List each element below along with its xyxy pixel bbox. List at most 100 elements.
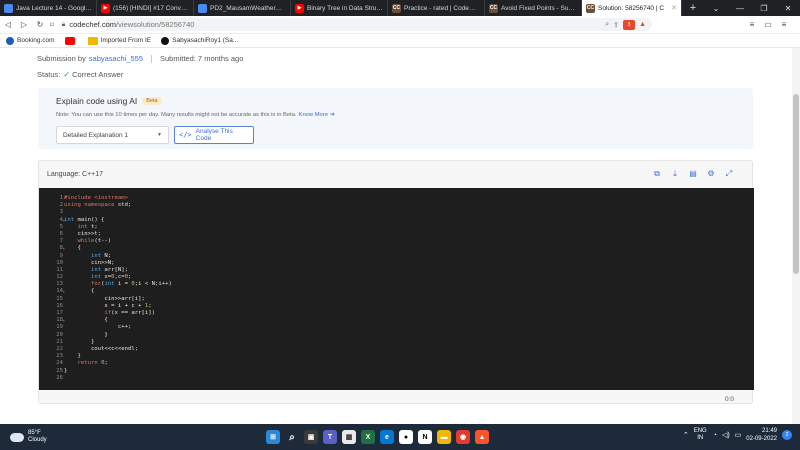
url-input[interactable]: ⌑ 🔒︎ codechef.com/viewsolution/58256740 … [50,18,652,31]
forward-icon[interactable]: ▷ [16,20,32,29]
task-view-icon[interactable]: ▣ [304,430,318,444]
playlist-icon[interactable]: ≡ [744,20,760,29]
url-path: /viewsolution/58256740 [116,20,195,29]
chrome-icon[interactable]: ◉ [456,430,470,444]
line-number: 12 [56,274,63,281]
back-icon[interactable]: ◁ [0,20,16,29]
line-number: 5 [59,223,63,230]
tab-practice-codechef[interactable]: CC Practice - rated | CodeChef [388,0,485,16]
code-line: cin>>arr[i]; [64,295,145,302]
date: 02-09-2022 [746,436,777,442]
code-editor[interactable]: 1 2 3 4 ▾ 5 6 7 8 ▾ 9 10 11 12 13 14 ▾ 15 16 17 18 ▾ 19 20 21 22 2… [39,188,754,390]
youtube-icon: ▶ [295,3,304,13]
start-icon[interactable]: ⊞ [266,430,280,444]
code-icon: </> [179,131,192,139]
language-indicator[interactable]: ENG IN [694,428,707,442]
url-text: codechef.com/viewsolution/58256740 [69,20,601,29]
teams-icon[interactable]: T [323,430,337,444]
bookmarks-bar: Booking.com Imported From IE SabyasachiR… [0,34,800,48]
wifi-icon[interactable]: ◔ [713,432,717,439]
weather-widget[interactable]: 85°F Cloudy [10,430,47,444]
expand-icon[interactable]: ⤢ [720,169,738,179]
youtube-icon: ▶ [101,3,110,13]
bookmark-imported-ie[interactable]: Imported From IE [87,36,151,45]
file-explorer-icon[interactable]: ▬ [437,430,451,444]
bookmark-booking[interactable]: Booking.com [6,36,55,45]
line-number: 23 [56,353,63,360]
window-controls: ⌄ — ❐ ✕ [704,4,800,13]
tab-youtube-hindi[interactable]: ▶ (156) [HINDI] #17 Converti [97,0,194,16]
know-more-link[interactable]: Know More [299,112,328,118]
tab-solution-active[interactable]: CC Solution: 58256740 | C ✕ [582,0,682,16]
maximize-icon[interactable]: ❐ [752,4,776,13]
excel-icon[interactable]: X [361,430,375,444]
line-number: 21 [56,338,63,345]
analyse-label: Analyse This Code [195,128,233,142]
tab-weather-app[interactable]: PD2_MausamWeatherApp: [194,0,291,16]
scrollbar-thumb[interactable] [793,94,799,274]
close-icon[interactable]: ✕ [671,4,677,12]
explanation-select[interactable]: Detailed Explanation 1 ▼ [56,126,169,144]
edge-icon[interactable]: e [380,430,394,444]
store-icon[interactable]: ▦ [342,430,356,444]
docs-icon [198,3,207,13]
volume-icon[interactable]: ◁) [722,431,730,439]
tab-java-lecture[interactable]: Java Lecture 14 - Google D [0,0,97,16]
tab-avoid-fixed-points[interactable]: CC Avoid Fixed Points - Subm [485,0,582,16]
code-line: } [64,367,68,374]
line-number: 11 [56,266,63,273]
share-icon[interactable]: ⇪ [613,21,619,29]
rewards-icon[interactable]: ▲ [639,21,646,28]
brave-shield-icon[interactable]: 3 [623,19,636,30]
page-scrollbar[interactable] [792,48,800,424]
browser-tab-strip: Java Lecture 14 - Google D ▶ (156) [HIND… [0,0,800,16]
lock-icon[interactable]: 🔒︎ [62,21,66,29]
wallet-icon[interactable]: ▭ [760,20,776,29]
address-bar: ◁ ▷ ↻ ⌑ 🔒︎ codechef.com/viewsolution/582… [0,16,800,34]
tab-title: Solution: 58256740 | C [598,4,665,12]
submitter-link[interactable]: sabyasachi_555 [89,54,143,63]
file-icon[interactable]: ▤ [684,169,702,179]
tab-search-icon[interactable]: ⌄ [704,4,728,13]
zoom-icon[interactable]: ⌕ [605,21,609,29]
taskbar-apps: ⊞ ⌕ ▣ T ▦ X e ● N ▬ ◉ ▲ [266,430,494,444]
page-content: Submission by sabyasachi_555 Submitted: … [0,48,792,424]
cursor-position: 0:0 [724,396,734,403]
clock[interactable]: 21:49 02-09-2022 [746,427,777,443]
github-desktop-icon[interactable]: ● [399,430,413,444]
code-line: #include <iostream> [64,195,128,201]
select-value: Detailed Explanation 1 [63,131,129,139]
code-line: return 0; [77,360,108,367]
code-line: cin>>t; [64,230,102,237]
settings-icon[interactable]: ⚙ [702,169,720,179]
analyse-code-button[interactable]: </> Analyse This Code [174,126,254,144]
download-icon[interactable]: ⤓ [666,169,684,179]
arrow-right-icon[interactable]: ➔ [330,111,335,118]
code-line: { [64,317,108,324]
chevron-up-icon[interactable]: ⌃ [683,431,689,439]
tab-title: Avoid Fixed Points - Subm [501,4,577,12]
bookmark-github[interactable]: SabyasachiRoy1 (Sa... [161,36,238,45]
bookmark-icon[interactable]: ⌑ [50,21,54,29]
battery-icon[interactable]: ▭ [735,431,742,439]
codechef-icon: CC [392,3,401,13]
submission-meta: Submission by sabyasachi_555 Submitted: … [37,54,243,63]
copy-icon[interactable]: ⧉ [648,169,666,179]
line-number: 20 [56,331,63,338]
reload-icon[interactable]: ↻ [32,20,48,29]
notion-icon[interactable]: N [418,430,432,444]
new-tab-button[interactable]: + [686,2,700,14]
bookmark-youtube[interactable] [64,36,78,45]
search-icon[interactable]: ⌕ [285,430,299,444]
tab-binary-tree[interactable]: ▶ Binary Tree in Data Structu [291,0,388,16]
line-number: 26 [56,374,63,381]
close-window-icon[interactable]: ✕ [776,4,800,13]
brave-icon[interactable]: ▲ [475,430,489,444]
lang-code: ENG [693,428,707,434]
menu-icon[interactable]: ≡ [776,20,792,29]
code-line: while(t--) [77,238,112,245]
notification-badge[interactable]: 2 [782,430,792,440]
tab-title: PD2_MausamWeatherApp: [210,4,286,12]
minimize-icon[interactable]: — [728,4,752,13]
